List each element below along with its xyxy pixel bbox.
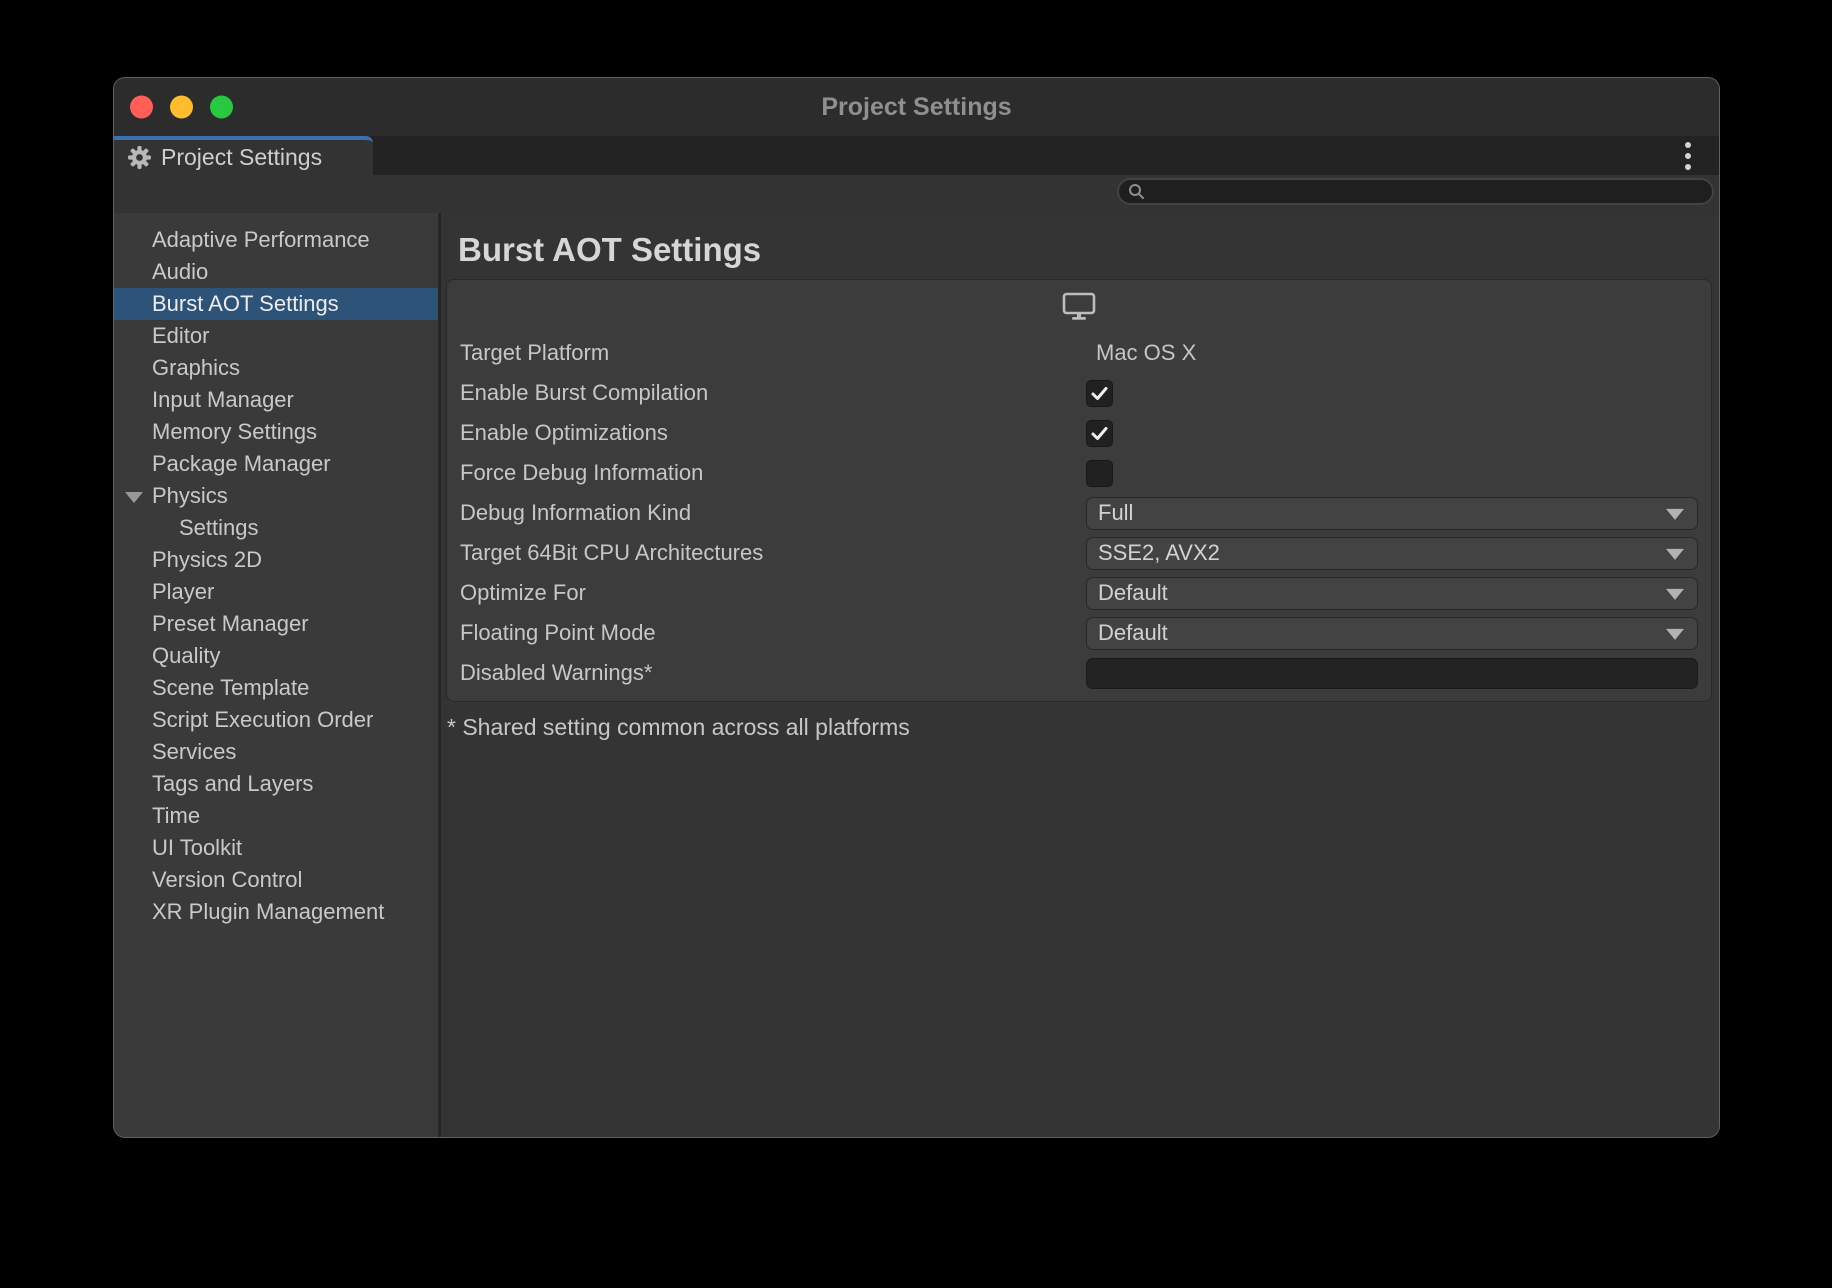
sidebar-item-editor[interactable]: Editor [114, 320, 438, 352]
floating-point-mode-dropdown[interactable]: Default [1086, 617, 1698, 650]
setting-label: Optimize For [460, 580, 1086, 606]
page-title: Burst AOT Settings [458, 231, 761, 269]
sidebar-item-xr-plugin-management[interactable]: XR Plugin Management [114, 896, 438, 928]
platform-tab-strip [447, 280, 1711, 333]
dropdown-selected-value: Default [1098, 580, 1168, 606]
more-options-button[interactable] [1681, 138, 1695, 174]
setting-row-debug-information-kind: Debug Information Kind Full [447, 493, 1711, 533]
setting-row-floating-point-mode: Floating Point Mode Default [447, 613, 1711, 653]
sidebar-item-preset-manager[interactable]: Preset Manager [114, 608, 438, 640]
sidebar-item-input-manager[interactable]: Input Manager [114, 384, 438, 416]
search-icon [1128, 183, 1145, 200]
setting-row-disabled-warnings: Disabled Warnings* [447, 653, 1711, 693]
sidebar-item-version-control[interactable]: Version Control [114, 864, 438, 896]
window-title: Project Settings [114, 78, 1719, 136]
setting-label: Force Debug Information [460, 460, 1086, 486]
sidebar-item-ui-toolkit[interactable]: UI Toolkit [114, 832, 438, 864]
sidebar-item-player[interactable]: Player [114, 576, 438, 608]
tab-project-settings[interactable]: Project Settings [114, 136, 373, 175]
chevron-down-icon [1666, 629, 1684, 640]
setting-label: Debug Information Kind [460, 500, 1086, 526]
optimize-for-dropdown[interactable]: Default [1086, 577, 1698, 610]
project-settings-window: Project Settings [113, 77, 1720, 1138]
enable-optimizations-checkbox[interactable] [1086, 420, 1113, 447]
settings-category-list: Adaptive Performance Audio Burst AOT Set… [114, 213, 438, 1137]
sidebar-item-audio[interactable]: Audio [114, 256, 438, 288]
setting-label: Target 64Bit CPU Architectures [460, 540, 1086, 566]
dropdown-selected-value: Full [1098, 500, 1133, 526]
toolbar [114, 175, 1719, 213]
sidebar-item-graphics[interactable]: Graphics [114, 352, 438, 384]
setting-row-enable-optimizations: Enable Optimizations [447, 413, 1711, 453]
checkmark-icon [1090, 424, 1109, 443]
sidebar-item-burst-aot-settings[interactable]: Burst AOT Settings [114, 288, 438, 320]
kebab-dot [1685, 153, 1691, 159]
sidebar-item-time[interactable]: Time [114, 800, 438, 832]
force-debug-information-checkbox[interactable] [1086, 460, 1113, 487]
target-64bit-cpu-architectures-dropdown[interactable]: SSE2, AVX2 [1086, 537, 1698, 570]
search-input[interactable] [1152, 180, 1712, 204]
sidebar-item-services[interactable]: Services [114, 736, 438, 768]
kebab-dot [1685, 164, 1691, 170]
content-area: Adaptive Performance Audio Burst AOT Set… [114, 213, 1719, 1137]
sidebar-item-adaptive-performance[interactable]: Adaptive Performance [114, 224, 438, 256]
setting-label: Target Platform [460, 340, 1086, 366]
setting-label: Disabled Warnings* [460, 660, 1086, 686]
kebab-dot [1685, 142, 1691, 148]
setting-label: Enable Burst Compilation [460, 380, 1086, 406]
setting-row-target-64bit-cpu-architectures: Target 64Bit CPU Architectures SSE2, AVX… [447, 533, 1711, 573]
setting-row-enable-burst-compilation: Enable Burst Compilation [447, 373, 1711, 413]
sidebar-item-tags-and-layers[interactable]: Tags and Layers [114, 768, 438, 800]
sidebar-item-physics-2d[interactable]: Physics 2D [114, 544, 438, 576]
search-field[interactable] [1117, 178, 1714, 205]
tab-bar: Project Settings [114, 136, 1719, 175]
sidebar-item-script-execution-order[interactable]: Script Execution Order [114, 704, 438, 736]
setting-row-force-debug-information: Force Debug Information [447, 453, 1711, 493]
sidebar-item-physics[interactable]: Physics [114, 480, 438, 512]
chevron-down-icon [1666, 589, 1684, 600]
gear-icon [127, 145, 152, 170]
sidebar-item-scene-template[interactable]: Scene Template [114, 672, 438, 704]
disabled-warnings-input[interactable] [1086, 658, 1698, 689]
setting-label: Floating Point Mode [460, 620, 1086, 646]
debug-information-kind-dropdown[interactable]: Full [1086, 497, 1698, 530]
tab-label: Project Settings [161, 144, 322, 171]
desktop-monitor-icon[interactable] [1062, 292, 1096, 321]
checkmark-icon [1090, 384, 1109, 403]
setting-label: Enable Optimizations [460, 420, 1086, 446]
burst-settings-groupbox: Target Platform Mac OS X Enable Burst Co… [446, 279, 1712, 702]
dropdown-selected-value: SSE2, AVX2 [1098, 540, 1220, 566]
setting-row-target-platform: Target Platform Mac OS X [447, 333, 1711, 373]
chevron-down-icon [1666, 509, 1684, 520]
burst-aot-settings-panel: Burst AOT Settings Target [441, 213, 1719, 1137]
titlebar: Project Settings [114, 78, 1719, 136]
enable-burst-compilation-checkbox[interactable] [1086, 380, 1113, 407]
dropdown-selected-value: Default [1098, 620, 1168, 646]
sidebar-item-memory-settings[interactable]: Memory Settings [114, 416, 438, 448]
setting-row-optimize-for: Optimize For Default [447, 573, 1711, 613]
desktop-background: Project Settings [0, 0, 1832, 1288]
sidebar-item-label: Physics [152, 483, 228, 509]
sidebar-item-physics-settings[interactable]: Settings [114, 512, 438, 544]
foldout-expanded-icon[interactable] [125, 492, 143, 503]
target-platform-value: Mac OS X [1086, 340, 1196, 366]
chevron-down-icon [1666, 549, 1684, 560]
sidebar-item-quality[interactable]: Quality [114, 640, 438, 672]
sidebar-item-package-manager[interactable]: Package Manager [114, 448, 438, 480]
shared-setting-footnote: * Shared setting common across all platf… [447, 714, 910, 741]
